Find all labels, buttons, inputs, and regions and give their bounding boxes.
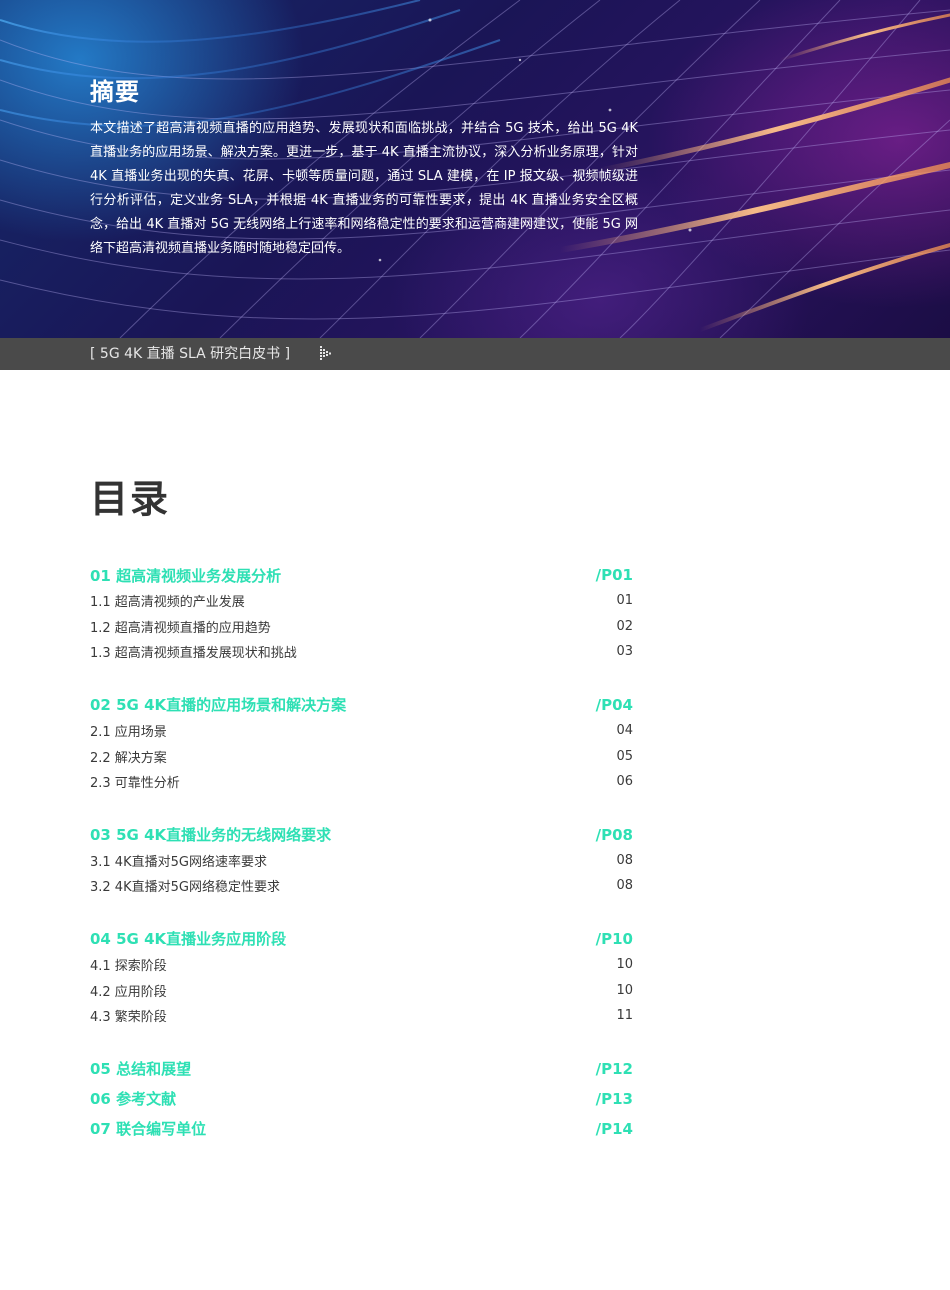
toc-section-page: /P10 bbox=[595, 929, 633, 948]
toc-section-title: 03 5G 4K直播业务的无线网络要求 bbox=[90, 826, 332, 845]
toc-item-title: 2.3 可靠性分析 bbox=[90, 776, 180, 792]
toc-section-title: 07 联合编写单位 bbox=[90, 1120, 207, 1139]
toc-item-title: 3.2 4K直播对5G网络稳定性要求 bbox=[90, 880, 280, 896]
toc-item[interactable]: 4.1 探索阶段 10 bbox=[90, 952, 633, 978]
toc-item-title: 4.3 繁荣阶段 bbox=[90, 1010, 167, 1026]
toc-item[interactable]: 2.2 解决方案 05 bbox=[90, 743, 633, 769]
toc-section-heading[interactable]: 01 超高清视频业务发展分析 /P01 bbox=[90, 562, 633, 588]
toc-section: 07 联合编写单位 /P14 bbox=[90, 1116, 633, 1142]
toc-section-page: /P13 bbox=[595, 1089, 633, 1108]
toc-section-title: 01 超高清视频业务发展分析 bbox=[90, 566, 282, 585]
toc-item-title: 2.2 解决方案 bbox=[90, 750, 167, 766]
toc-item[interactable]: 3.1 4K直播对5G网络速率要求 08 bbox=[90, 848, 633, 874]
toc-item-page: 08 bbox=[616, 852, 633, 868]
abstract-body: 本文描述了超高清视频直播的应用趋势、发展现状和面临挑战，并结合 5G 技术，给出… bbox=[90, 121, 638, 256]
toc-section-title: 02 5G 4K直播的应用场景和解决方案 bbox=[90, 696, 347, 715]
toc-item-page: 10 bbox=[616, 957, 633, 973]
toc-section-page: /P04 bbox=[595, 695, 633, 714]
toc-section-heading[interactable]: 02 5G 4K直播的应用场景和解决方案 /P04 bbox=[90, 692, 633, 718]
toc-section-title: 04 5G 4K直播业务应用阶段 bbox=[90, 930, 287, 949]
toc-item-page: 05 bbox=[616, 748, 633, 764]
toc-item[interactable]: 2.1 应用场景 04 bbox=[90, 718, 633, 744]
toc-item-title: 4.2 应用阶段 bbox=[90, 984, 167, 1000]
toc-item-title: 4.1 探索阶段 bbox=[90, 959, 167, 975]
dotted-arrow-icon bbox=[320, 346, 331, 360]
toc-section: 01 超高清视频业务发展分析 /P01 1.1 超高清视频的产业发展 01 1.… bbox=[90, 562, 633, 665]
toc-item-title: 1.2 超高清视频直播的应用趋势 bbox=[90, 620, 271, 636]
toc-section: 03 5G 4K直播业务的无线网络要求 /P08 3.1 4K直播对5G网络速率… bbox=[90, 822, 633, 899]
toc-section-page: /P08 bbox=[595, 825, 633, 844]
toc-item-page: 04 bbox=[616, 723, 633, 739]
toc-item-page: 06 bbox=[616, 774, 633, 790]
document-title: [ 5G 4K 直播 SLA 研究白皮书 ] bbox=[90, 346, 291, 362]
toc-item-page: 10 bbox=[616, 982, 633, 998]
toc-section-heading[interactable]: 04 5G 4K直播业务应用阶段 /P10 bbox=[90, 926, 633, 952]
toc-item-page: 03 bbox=[616, 644, 633, 660]
toc-section-heading[interactable]: 07 联合编写单位 /P14 bbox=[90, 1116, 633, 1142]
toc-section-page: /P12 bbox=[595, 1059, 633, 1078]
toc-section-page: /P01 bbox=[595, 566, 633, 584]
toc-item-title: 3.1 4K直播对5G网络速率要求 bbox=[90, 854, 267, 870]
table-of-contents: 01 超高清视频业务发展分析 /P01 1.1 超高清视频的产业发展 01 1.… bbox=[90, 562, 633, 1146]
toc-section-heading[interactable]: 06 参考文献 /P13 bbox=[90, 1086, 633, 1112]
document-title-band: [ 5G 4K 直播 SLA 研究白皮书 ] bbox=[0, 338, 950, 370]
toc-item[interactable]: 1.3 超高清视频直播发展现状和挑战 03 bbox=[90, 639, 633, 665]
toc-item-page: 02 bbox=[616, 618, 633, 634]
abstract-title: 摘要 bbox=[90, 78, 140, 106]
toc-section: 06 参考文献 /P13 bbox=[90, 1086, 633, 1112]
toc-item-title: 1.3 超高清视频直播发展现状和挑战 bbox=[90, 646, 297, 662]
toc-item-page: 01 bbox=[616, 593, 633, 609]
toc-item[interactable]: 4.3 繁荣阶段 11 bbox=[90, 1003, 633, 1029]
toc-item[interactable]: 4.2 应用阶段 10 bbox=[90, 977, 633, 1003]
toc-item[interactable]: 3.2 4K直播对5G网络稳定性要求 08 bbox=[90, 873, 633, 899]
toc-item-page: 11 bbox=[616, 1008, 633, 1024]
toc-section-heading[interactable]: 03 5G 4K直播业务的无线网络要求 /P08 bbox=[90, 822, 633, 848]
toc-item-page: 08 bbox=[616, 878, 633, 894]
toc-section-title: 06 参考文献 bbox=[90, 1090, 177, 1109]
toc-item-title: 2.1 应用场景 bbox=[90, 725, 167, 741]
toc-section-title: 05 总结和展望 bbox=[90, 1060, 192, 1079]
toc-section-heading[interactable]: 05 总结和展望 /P12 bbox=[90, 1056, 633, 1082]
toc-item[interactable]: 1.1 超高清视频的产业发展 01 bbox=[90, 588, 633, 614]
toc-section: 04 5G 4K直播业务应用阶段 /P10 4.1 探索阶段 10 4.2 应用… bbox=[90, 926, 633, 1029]
toc-section: 05 总结和展望 /P12 bbox=[90, 1056, 633, 1082]
toc-item-title: 1.1 超高清视频的产业发展 bbox=[90, 595, 245, 611]
toc-section-page: /P14 bbox=[595, 1119, 633, 1138]
cover-hero: 摘要 本文描述了超高清视频直播的应用趋势、发展现状和面临挑战，并结合 5G 技术… bbox=[0, 0, 950, 338]
toc-title: 目录 bbox=[90, 477, 171, 521]
toc-section: 02 5G 4K直播的应用场景和解决方案 /P04 2.1 应用场景 04 2.… bbox=[90, 692, 633, 795]
toc-item[interactable]: 2.3 可靠性分析 06 bbox=[90, 769, 633, 795]
toc-item[interactable]: 1.2 超高清视频直播的应用趋势 02 bbox=[90, 614, 633, 640]
